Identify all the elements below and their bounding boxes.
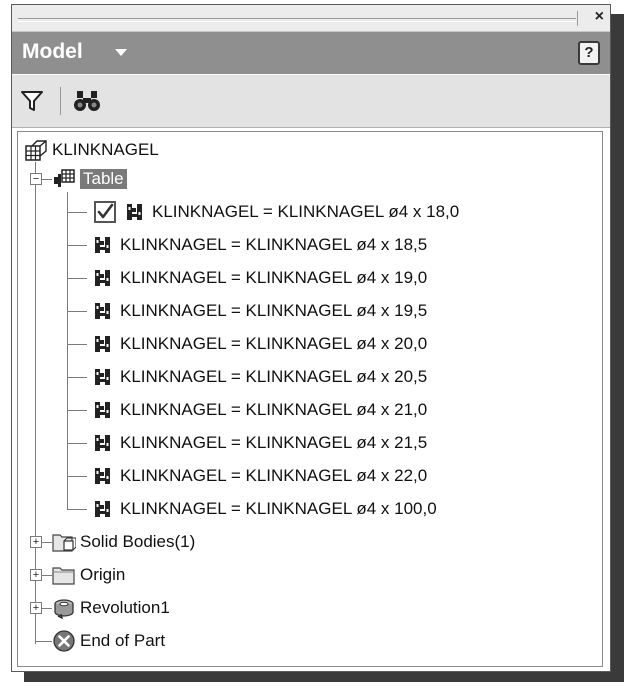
ipart-member-icon [95, 468, 110, 484]
table-member-label: KLINKNAGEL = KLINKNAGEL ø4 x 100,0 [120, 499, 437, 518]
close-icon[interactable]: × [595, 8, 604, 26]
help-icon[interactable]: ? [578, 41, 600, 65]
ipart-member-icon [95, 237, 110, 253]
tree-connector [67, 192, 68, 510]
tree-node-revolution[interactable]: Revolution1 [52, 594, 170, 622]
expand-icon[interactable]: + [30, 602, 42, 614]
table-member-row[interactable]: KLINKNAGEL = KLINKNAGEL ø4 x 19,0 [92, 264, 427, 292]
table-member-label: KLINKNAGEL = KLINKNAGEL ø4 x 21,5 [120, 433, 428, 452]
ipart-member-icon [127, 204, 142, 220]
ipart-member-icon [95, 402, 110, 418]
ipart-member-icon [95, 369, 110, 385]
table-member-row[interactable]: KLINKNAGEL = KLINKNAGEL ø4 x 21,0 [92, 396, 427, 424]
folder-icon [52, 567, 75, 585]
tree-node-end-of-part[interactable]: End of Part [52, 627, 165, 655]
active-member-check-icon [94, 201, 116, 223]
tree-node-root[interactable]: KLINKNAGEL [24, 136, 159, 164]
end-of-part-icon [53, 630, 75, 652]
expand-icon[interactable]: + [30, 569, 42, 581]
table-member-label: KLINKNAGEL = KLINKNAGEL ø4 x 19,0 [120, 268, 428, 287]
model-dropdown-label[interactable]: Model [22, 40, 83, 64]
ipart-member-icon [95, 435, 110, 451]
table-member-row[interactable]: KLINKNAGEL = KLINKNAGEL ø4 x 22,0 [92, 462, 427, 490]
tree-node-table[interactable]: Table [52, 165, 127, 193]
table-member-label: KLINKNAGEL = KLINKNAGEL ø4 x 20,0 [120, 334, 428, 353]
table-member-row[interactable]: KLINKNAGEL = KLINKNAGEL ø4 x 20,0 [92, 330, 427, 358]
table-member-row[interactable]: KLINKNAGEL = KLINKNAGEL ø4 x 20,5 [92, 363, 427, 391]
ipart-member-icon [95, 270, 110, 286]
toolbar-separator [60, 87, 61, 115]
table-member-label: KLINKNAGEL = KLINKNAGEL ø4 x 21,0 [120, 400, 428, 419]
tree-node-label: Table [80, 169, 127, 189]
ipart-member-icon [95, 501, 110, 517]
model-tree: KLINKNAGEL − Table KLINKNAGEL = KLINKNAG… [17, 131, 603, 667]
tree-node-origin[interactable]: Origin [52, 561, 125, 589]
table-member-label: KLINKNAGEL = KLINKNAGEL ø4 x 18,0 [152, 202, 460, 221]
filter-icon[interactable] [20, 89, 44, 113]
model-browser-panel: × Model ? KLINKNAGEL − Table KLINKNAGEL … [11, 4, 611, 672]
tree-node-label: KLINKNAGEL [52, 140, 159, 159]
table-member-label: KLINKNAGEL = KLINKNAGEL ø4 x 19,5 [120, 301, 428, 320]
table-member-row[interactable]: KLINKNAGEL = KLINKNAGEL ø4 x 18,0 [94, 198, 459, 226]
revolve-feature-icon [54, 599, 74, 620]
browser-toolbar [12, 75, 610, 128]
browser-header: Model ? [12, 32, 610, 74]
ipart-member-icon [95, 303, 110, 319]
ipart-table-icon [54, 169, 75, 187]
panel-grip-bar[interactable]: × [12, 5, 610, 32]
tree-node-label: Solid Bodies(1) [80, 532, 196, 551]
table-member-row[interactable]: KLINKNAGEL = KLINKNAGEL ø4 x 18,5 [92, 231, 427, 259]
expand-icon[interactable]: + [30, 536, 42, 548]
table-member-label: KLINKNAGEL = KLINKNAGEL ø4 x 18,5 [120, 235, 428, 254]
table-member-label: KLINKNAGEL = KLINKNAGEL ø4 x 20,5 [120, 367, 428, 386]
ipart-factory-icon [25, 140, 47, 161]
tree-node-label: Revolution1 [80, 598, 170, 617]
ipart-member-icon [95, 336, 110, 352]
table-member-row[interactable]: KLINKNAGEL = KLINKNAGEL ø4 x 100,0 [92, 495, 437, 523]
collapse-icon[interactable]: − [30, 173, 42, 185]
tree-node-solid-bodies[interactable]: Solid Bodies(1) [52, 528, 195, 556]
table-member-label: KLINKNAGEL = KLINKNAGEL ø4 x 22,0 [120, 466, 428, 485]
tree-node-label: Origin [80, 565, 126, 584]
chevron-down-icon[interactable] [115, 49, 127, 56]
solid-bodies-folder-icon [52, 534, 76, 552]
tree-node-label: End of Part [80, 631, 166, 650]
table-member-row[interactable]: KLINKNAGEL = KLINKNAGEL ø4 x 19,5 [92, 297, 427, 325]
binoculars-icon[interactable] [72, 89, 102, 113]
table-member-row[interactable]: KLINKNAGEL = KLINKNAGEL ø4 x 21,5 [92, 429, 427, 457]
